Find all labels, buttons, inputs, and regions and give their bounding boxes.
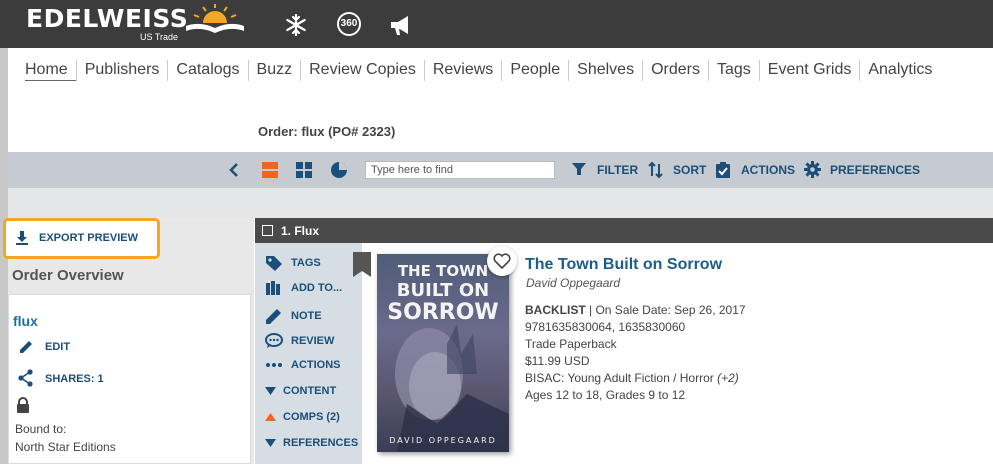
item-actions-column: TAGS ADD TO... NOTE REVIEW ACTIONS CONTE… bbox=[255, 243, 362, 464]
sale-date: | On Sale Date: Sep 26, 2017 bbox=[589, 303, 746, 317]
tag-icon bbox=[266, 256, 282, 271]
order-name-link[interactable]: flux bbox=[13, 313, 38, 329]
nav-orders[interactable]: Orders bbox=[642, 60, 708, 81]
references-toggle[interactable]: REFERENCES bbox=[265, 437, 358, 449]
comment-icon bbox=[265, 333, 283, 348]
preferences-button[interactable]: PREFERENCES bbox=[830, 163, 920, 177]
add-to-action[interactable]: ADD TO... bbox=[265, 281, 342, 295]
heart-icon bbox=[493, 253, 511, 269]
item-select-checkbox[interactable] bbox=[262, 225, 273, 236]
actions-button[interactable]: ACTIONS bbox=[741, 163, 795, 177]
isbn-line: 9781635830064, 1635830060 bbox=[525, 320, 686, 334]
review-label: REVIEW bbox=[291, 335, 335, 347]
pencil-icon[interactable] bbox=[18, 339, 34, 355]
megaphone-icon[interactable] bbox=[388, 12, 414, 38]
caret-down-icon bbox=[265, 387, 276, 395]
logo-subtitle: US Trade bbox=[140, 32, 179, 42]
shares-button[interactable]: SHARES: 1 bbox=[45, 373, 104, 385]
gear-icon[interactable] bbox=[804, 161, 821, 178]
filter-icon[interactable] bbox=[571, 161, 587, 177]
comps-label: COMPS (2) bbox=[283, 411, 340, 423]
nav-shelves[interactable]: Shelves bbox=[568, 60, 642, 81]
book-title-link[interactable]: The Town Built on Sorrow bbox=[525, 256, 722, 274]
filter-button[interactable]: FILTER bbox=[597, 163, 638, 177]
books-icon bbox=[266, 281, 280, 295]
main-navigation: Home Publishers Catalogs Buzz Review Cop… bbox=[8, 48, 993, 152]
page-title: Order: flux (PO# 2323) bbox=[258, 124, 396, 139]
nav-publishers[interactable]: Publishers bbox=[75, 60, 168, 81]
order-overview-title: Order Overview bbox=[12, 267, 124, 284]
content-label: CONTENT bbox=[283, 385, 337, 397]
download-icon bbox=[16, 231, 28, 245]
book-cover[interactable]: THE TOWN BUILT ON SORROW DAVID OPPEGAARD bbox=[377, 254, 509, 452]
comps-toggle[interactable]: COMPS (2) bbox=[265, 411, 340, 423]
bound-to-value: North Star Editions bbox=[15, 440, 116, 454]
top-header: EDELWEISS US Trade 360 bbox=[0, 0, 993, 48]
book-author[interactable]: David Oppegaard bbox=[526, 276, 620, 290]
note-action[interactable]: NOTE bbox=[265, 307, 322, 325]
cover-art bbox=[395, 324, 509, 452]
item-actions-label: ACTIONS bbox=[291, 359, 341, 371]
status-line: BACKLIST | On Sale Date: Sep 26, 2017 bbox=[525, 303, 746, 317]
lock-icon bbox=[17, 397, 29, 413]
bisac-line: BISAC: Young Adult Fiction / Horror (+2) bbox=[525, 371, 739, 385]
bound-to-label: Bound to: bbox=[15, 422, 67, 436]
nav-people[interactable]: People bbox=[501, 60, 568, 81]
search-input[interactable]: Type here to find bbox=[365, 161, 555, 179]
nav-event-grids[interactable]: Event Grids bbox=[758, 60, 860, 81]
format-line: Trade Paperback bbox=[525, 337, 617, 351]
nav-reviews[interactable]: Reviews bbox=[423, 60, 501, 81]
list-view-icon[interactable] bbox=[261, 161, 279, 179]
spacer-band bbox=[8, 188, 993, 218]
bisac-value: BISAC: Young Adult Fiction / Horror bbox=[525, 371, 714, 385]
tags-label: TAGS bbox=[291, 257, 321, 269]
favorite-button[interactable] bbox=[487, 246, 517, 276]
caret-down-icon bbox=[265, 439, 276, 447]
ages-line: Ages 12 to 18, Grades 9 to 12 bbox=[525, 388, 686, 402]
caret-up-icon bbox=[265, 413, 276, 421]
nav-review-copies[interactable]: Review Copies bbox=[300, 60, 424, 81]
edit-order-button[interactable]: EDIT bbox=[45, 341, 70, 353]
pencil-icon bbox=[266, 309, 281, 324]
item-header-bar: 1. Flux bbox=[255, 218, 993, 243]
note-label: NOTE bbox=[291, 310, 322, 322]
360-label: 360 bbox=[340, 18, 358, 29]
item-actions-action[interactable]: ACTIONS bbox=[265, 359, 341, 371]
tags-action[interactable]: TAGS bbox=[265, 255, 321, 271]
clipboard-check-icon[interactable] bbox=[715, 161, 731, 179]
nav-home[interactable]: Home bbox=[25, 60, 76, 81]
more-dots-icon bbox=[266, 363, 282, 367]
snowflake-icon[interactable] bbox=[283, 12, 309, 38]
cover-title-line-3: SORROW bbox=[387, 300, 499, 325]
pie-chart-icon[interactable] bbox=[330, 161, 348, 179]
price-line: $11.99 USD bbox=[525, 354, 590, 368]
bisac-more-link[interactable]: (+2) bbox=[717, 371, 739, 385]
cover-title-line-2: BUILT ON bbox=[396, 280, 490, 301]
export-preview-label: EXPORT PREVIEW bbox=[39, 232, 139, 244]
edelweiss-logo[interactable]: EDELWEISS bbox=[26, 4, 188, 33]
sort-icon[interactable] bbox=[648, 161, 664, 179]
item-header-title: 1. Flux bbox=[281, 224, 320, 238]
references-label: REFERENCES bbox=[283, 437, 359, 449]
nav-analytics[interactable]: Analytics bbox=[859, 60, 940, 81]
cover-author: DAVID OPPEGAARD bbox=[389, 436, 497, 445]
nav-buzz[interactable]: Buzz bbox=[247, 60, 301, 81]
add-to-label: ADD TO... bbox=[291, 282, 343, 294]
grid-view-icon[interactable] bbox=[295, 161, 313, 179]
review-action[interactable]: REVIEW bbox=[265, 333, 334, 349]
sort-button[interactable]: SORT bbox=[673, 163, 706, 177]
nav-tags[interactable]: Tags bbox=[707, 60, 759, 81]
360-icon[interactable]: 360 bbox=[336, 11, 362, 37]
bookmark-icon[interactable] bbox=[352, 252, 372, 278]
status-badge: BACKLIST bbox=[525, 303, 586, 317]
open-book-icon bbox=[186, 4, 244, 33]
content-toggle[interactable]: CONTENT bbox=[265, 385, 336, 397]
back-chevron-icon[interactable] bbox=[228, 162, 240, 178]
export-preview-button[interactable]: EXPORT PREVIEW bbox=[3, 218, 160, 259]
nav-catalogs[interactable]: Catalogs bbox=[167, 60, 247, 81]
share-icon[interactable] bbox=[18, 369, 34, 387]
toolbar: Type here to find FILTER SORT ACTIONS PR… bbox=[8, 152, 993, 188]
